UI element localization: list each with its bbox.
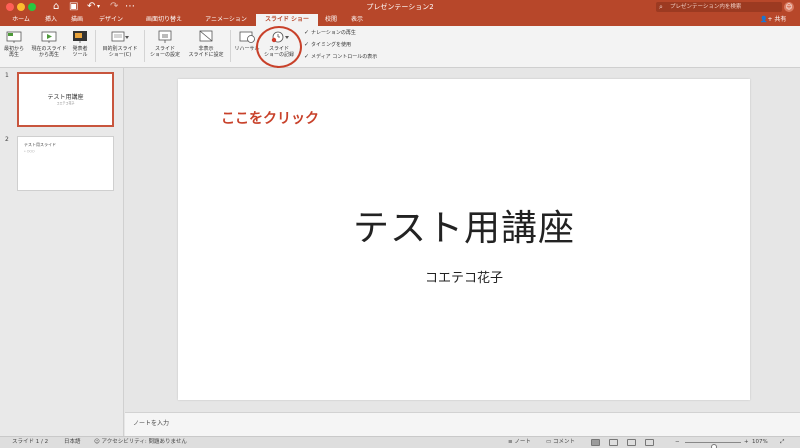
use-timings-checkbox[interactable]: ✓ タイミングを使用: [304, 41, 351, 49]
notes-placeholder: ノートを入力: [133, 420, 170, 427]
use-timings-label: タイミングを使用: [311, 42, 352, 48]
ribbon: 最初から 再生 現在のスライド から再生 発表者 ツール 目的別スライド ショー…: [0, 26, 800, 68]
title-bar: ⌂ ▣ ↶ ▾ ↷ ⋯ プレゼンテーション2 ⌕ プレゼンテーション内を検索 ☺: [0, 0, 800, 14]
slideshow-setup-button[interactable]: スライド ショーの設定: [147, 30, 183, 58]
custom-slideshow-button[interactable]: 目的別スライド ショー(C): [99, 30, 141, 58]
check-icon: ✓: [304, 41, 310, 48]
account-avatar-icon[interactable]: ☺: [784, 2, 794, 12]
tab-animations[interactable]: アニメーション: [198, 14, 254, 26]
slideshow-setup-label-2: ショーの設定: [149, 52, 180, 58]
show-media-controls-checkbox[interactable]: ✓ メディア コントロールの表示: [304, 53, 377, 61]
tab-design[interactable]: デザイン: [92, 14, 130, 26]
zoom-in-button[interactable]: +: [744, 437, 749, 448]
slide-counter: スライド 1 / 2: [12, 439, 49, 445]
undo-icon[interactable]: ↶: [87, 0, 95, 14]
annotation-label: ここをクリック: [221, 111, 319, 127]
slide-sorter-view-button[interactable]: [609, 439, 618, 446]
play-narrations-checkbox[interactable]: ✓ ナレーションの再生: [304, 29, 356, 37]
tab-review[interactable]: 校閲: [320, 14, 342, 26]
hide-slide-label-2: スライドに設定: [188, 52, 224, 58]
ribbon-separator: [230, 30, 231, 62]
more-commands-icon[interactable]: ⋯: [125, 0, 135, 14]
tab-transitions[interactable]: 画面切り替え: [134, 14, 194, 26]
ribbon-tabs: ホーム 挿入 描画 デザイン 画面切り替え アニメーション スライド ショー 校…: [0, 14, 800, 26]
notes-input[interactable]: ノートを入力: [125, 412, 800, 436]
slide-thumbnail-1[interactable]: テスト用講座 コエテコ花子: [17, 72, 114, 127]
reading-view-button[interactable]: [627, 439, 636, 446]
zoom-window-button[interactable]: [28, 3, 36, 11]
play-narrations-label: ナレーションの再生: [311, 30, 356, 36]
status-bar: スライド 1 / 2 日本語 ☺ アクセシビリティ: 問題ありません ≡ ノート…: [0, 436, 800, 448]
minimize-window-button[interactable]: [17, 3, 25, 11]
check-icon: ✓: [304, 53, 310, 60]
undo-dropdown-icon[interactable]: ▾: [97, 0, 100, 14]
custom-slideshow-icon: [111, 31, 129, 42]
ribbon-separator: [95, 30, 96, 62]
fit-to-window-icon[interactable]: ⤢: [780, 437, 784, 448]
slideshow-view-button[interactable]: [645, 439, 654, 446]
play-from-start-label-2: 再生: [8, 52, 19, 58]
search-icon: ⌕: [659, 3, 663, 11]
search-input[interactable]: ⌕ プレゼンテーション内を検索: [656, 2, 782, 12]
zoom-out-button[interactable]: −: [675, 437, 680, 448]
highlight-circle: [256, 26, 302, 68]
presenter-view-label-2: ツール: [72, 52, 88, 58]
save-icon[interactable]: ▣: [69, 0, 78, 14]
presenter-view-button[interactable]: 発表者 ツール: [70, 30, 90, 58]
custom-slideshow-label-2: ショー(C): [108, 52, 132, 58]
comments-toggle-label: コメント: [552, 439, 575, 445]
tab-view[interactable]: 表示: [346, 14, 368, 26]
tab-draw[interactable]: 描画: [66, 14, 88, 26]
play-from-current-label-2: から再生: [38, 52, 59, 58]
close-window-button[interactable]: [6, 3, 14, 11]
tab-slideshow[interactable]: スライド ショー: [256, 14, 318, 26]
slideshow-setup-icon: [158, 30, 172, 43]
hide-slide-icon: [199, 30, 213, 42]
home-icon[interactable]: ⌂: [53, 0, 59, 14]
thumbnail-title: テスト用講座: [47, 94, 84, 101]
redo-icon[interactable]: ↷: [110, 0, 118, 14]
zoom-slider-handle[interactable]: [710, 444, 717, 448]
share-icon: 👤+: [760, 16, 773, 23]
play-from-current-button[interactable]: 現在のスライド から再生: [28, 30, 70, 58]
rehearse-timings-icon: [239, 31, 255, 43]
thumbnail-subtitle: コエテコ花子: [56, 101, 75, 105]
accessibility-status[interactable]: ☺ アクセシビリティ: 問題ありません: [94, 437, 187, 448]
presenter-view-icon: [73, 31, 87, 43]
normal-view-button[interactable]: [591, 439, 600, 446]
comments-toggle-button[interactable]: ▭ コメント: [546, 437, 575, 448]
zoom-slider[interactable]: [685, 442, 741, 448]
notes-toggle-label: ノート: [514, 439, 531, 445]
play-from-current-icon: [41, 31, 57, 43]
notes-icon: ≡: [508, 439, 513, 445]
tab-insert[interactable]: 挿入: [40, 14, 62, 26]
slide-subtitle[interactable]: コエテコ花子: [178, 267, 750, 286]
hide-slide-button[interactable]: 非表示 スライドに設定: [185, 30, 227, 58]
play-from-start-button[interactable]: 最初から 再生: [2, 30, 26, 58]
thumbnail-number: 2: [5, 136, 9, 143]
share-label: 共有: [774, 16, 787, 23]
share-button[interactable]: 👤+ 共有: [760, 14, 786, 26]
thumbnail-subtitle: • ○○○: [24, 149, 35, 153]
language-indicator[interactable]: 日本語: [64, 437, 81, 448]
check-icon: ✓: [304, 29, 310, 36]
thumbnail-number: 1: [5, 72, 9, 79]
slide-thumbnail-2[interactable]: テスト用スライド • ○○○: [17, 136, 114, 191]
play-from-start-icon: [6, 31, 22, 43]
accessibility-label: アクセシビリティ: 問題ありません: [101, 439, 187, 445]
search-placeholder: プレゼンテーション内を検索: [670, 4, 742, 10]
ribbon-separator: [144, 30, 145, 62]
show-media-controls-label: メディア コントロールの表示: [311, 54, 378, 60]
comments-icon: ▭: [546, 439, 552, 445]
tab-home[interactable]: ホーム: [6, 14, 36, 26]
thumbnail-title: テスト用スライド: [24, 142, 56, 147]
slide-thumbnail-pane: 1 テスト用講座 コエテコ花子 2 テスト用スライド • ○○○: [0, 68, 124, 436]
notes-toggle-button[interactable]: ≡ ノート: [508, 437, 531, 448]
accessibility-icon: ☺: [94, 439, 100, 445]
slide-title[interactable]: テスト用講座: [178, 199, 750, 251]
zoom-level[interactable]: 107%: [752, 437, 768, 448]
